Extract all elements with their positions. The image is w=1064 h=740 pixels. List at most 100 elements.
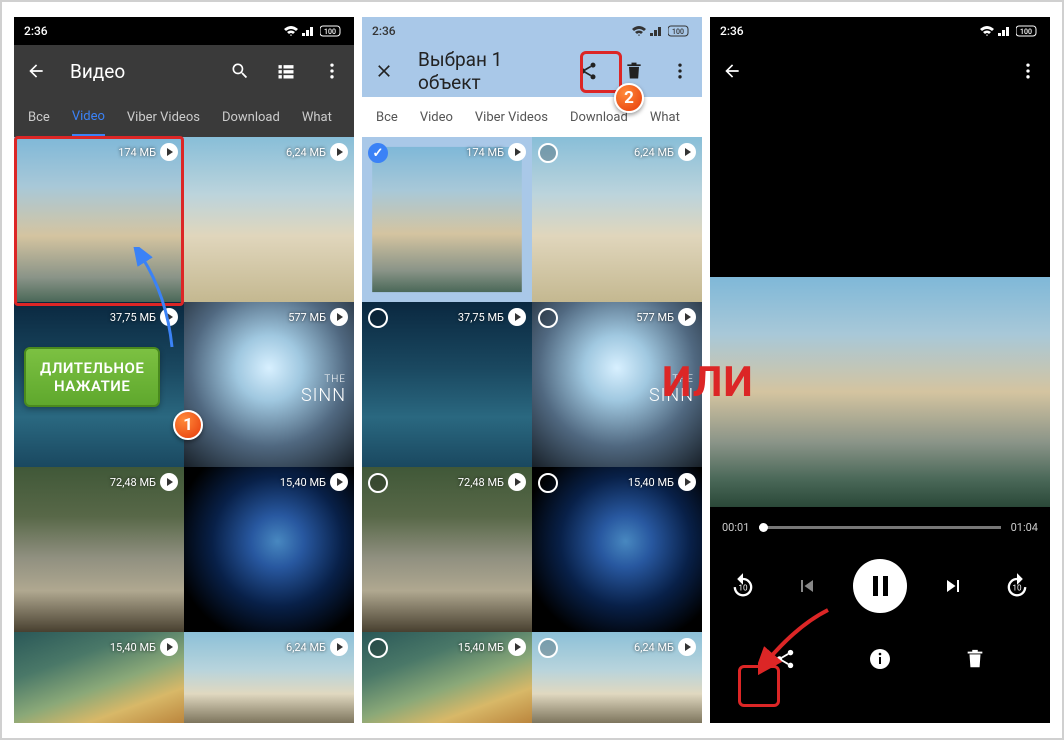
play-icon xyxy=(160,638,178,656)
share-button[interactable] xyxy=(574,57,602,85)
check-icon xyxy=(538,308,558,328)
tab-all[interactable]: Все xyxy=(28,100,50,135)
or-label: ИЛИ xyxy=(662,358,754,407)
video-grid: 174 МБ 6,24 МБ 37,75 МБ THESINN577 МБ 72… xyxy=(362,137,702,723)
play-icon xyxy=(508,143,526,161)
play-icon xyxy=(678,143,696,161)
video-tile[interactable]: 174 МБ xyxy=(362,137,532,302)
player-controls: 10 10 xyxy=(710,547,1050,625)
check-icon xyxy=(368,638,388,658)
close-icon xyxy=(374,61,394,81)
video-tile[interactable]: 72,48 МБ xyxy=(362,467,532,632)
pause-bar xyxy=(883,576,888,596)
screen-1-gallery: 2:36 100 Видео Все Video Viber Videos Do… xyxy=(14,17,354,723)
tab-viber[interactable]: Viber Videos xyxy=(127,100,200,135)
rewind-10-button[interactable]: 10 xyxy=(725,568,761,604)
forward-10-icon: 10 xyxy=(1003,572,1031,600)
file-size: 6,24 МБ xyxy=(286,641,326,654)
tabs: Все Video Viber Videos Download What xyxy=(362,97,702,137)
screen-2-selection: 2:36 100 Выбран 1 объект Все Video Viber… xyxy=(362,17,702,723)
video-tile[interactable]: 6,24 МБ xyxy=(184,632,354,723)
check-icon xyxy=(368,308,388,328)
play-icon xyxy=(330,143,348,161)
more-button[interactable] xyxy=(1014,57,1042,85)
delete-button[interactable] xyxy=(957,641,993,677)
video-tile[interactable]: 15,40 МБ xyxy=(184,467,354,632)
tab-download[interactable]: Download xyxy=(222,100,280,135)
tab-whatsapp[interactable]: What xyxy=(650,100,680,135)
battery-icon: 100 xyxy=(1016,25,1040,37)
replay-10-icon: 10 xyxy=(729,572,757,600)
signal-icon xyxy=(998,26,1012,36)
progress-bar[interactable]: 00:01 01:04 xyxy=(710,507,1050,547)
info-button[interactable] xyxy=(862,641,898,677)
file-size: 72,48 МБ xyxy=(458,476,504,489)
play-icon xyxy=(508,638,526,656)
video-tile[interactable]: 15,40 МБ xyxy=(532,467,702,632)
play-icon xyxy=(678,638,696,656)
prev-button[interactable] xyxy=(789,568,825,604)
file-size: 6,24 МБ xyxy=(634,641,674,654)
search-button[interactable] xyxy=(226,57,254,85)
svg-text:100: 100 xyxy=(324,28,336,36)
svg-text:100: 100 xyxy=(1020,28,1032,36)
pause-button[interactable] xyxy=(853,559,907,613)
play-icon xyxy=(678,308,696,326)
more-button[interactable] xyxy=(318,57,346,85)
check-icon xyxy=(368,143,388,163)
delete-button[interactable] xyxy=(620,57,648,85)
seek-track[interactable] xyxy=(759,526,1000,529)
arrow-back-icon xyxy=(722,61,742,81)
play-icon xyxy=(160,473,178,491)
tab-viber[interactable]: Viber Videos xyxy=(475,100,548,135)
play-icon xyxy=(678,473,696,491)
play-icon xyxy=(160,143,178,161)
skip-prev-icon xyxy=(795,574,819,598)
tab-whatsapp[interactable]: What xyxy=(302,100,332,135)
video-tile[interactable]: THESINN577 МБ xyxy=(184,302,354,467)
file-size: 15,40 МБ xyxy=(458,641,504,654)
info-icon xyxy=(868,647,892,671)
file-size: 174 МБ xyxy=(118,146,156,159)
status-time: 2:36 xyxy=(720,24,744,38)
video-tile[interactable]: 6,24 МБ xyxy=(532,137,702,302)
file-size: 577 МБ xyxy=(288,311,326,324)
arrow-back-icon xyxy=(26,61,46,81)
forward-10-button[interactable]: 10 xyxy=(999,568,1035,604)
play-icon xyxy=(160,308,178,326)
skip-next-icon xyxy=(941,574,965,598)
tab-all[interactable]: Все xyxy=(376,100,398,135)
view-button[interactable] xyxy=(272,57,300,85)
wifi-icon xyxy=(284,26,298,36)
video-tile[interactable]: 6,24 МБ xyxy=(532,632,702,723)
tab-video[interactable]: Video xyxy=(420,100,453,135)
video-tile[interactable]: 174 МБ xyxy=(14,137,184,302)
video-tile[interactable]: 15,40 МБ xyxy=(14,632,184,723)
bottom-actions xyxy=(710,625,1050,699)
close-selection-button[interactable] xyxy=(370,57,398,85)
svg-text:10: 10 xyxy=(1012,583,1022,593)
next-button[interactable] xyxy=(935,568,971,604)
time-total: 01:04 xyxy=(1011,521,1038,534)
signal-icon xyxy=(650,26,664,36)
more-vert-icon xyxy=(322,61,342,81)
file-size: 577 МБ xyxy=(636,311,674,324)
tab-video[interactable]: Video xyxy=(72,99,105,136)
share-icon xyxy=(578,61,598,81)
back-button[interactable] xyxy=(22,57,50,85)
file-size: 37,75 МБ xyxy=(110,311,156,324)
share-button[interactable] xyxy=(767,641,803,677)
wifi-icon xyxy=(632,26,646,36)
back-button[interactable] xyxy=(718,57,746,85)
file-size: 37,75 МБ xyxy=(458,311,504,324)
file-size: 72,48 МБ xyxy=(110,476,156,489)
video-frame[interactable] xyxy=(710,277,1050,507)
video-tile[interactable]: 72,48 МБ xyxy=(14,467,184,632)
status-bar: 2:36 100 xyxy=(362,17,702,45)
video-tile[interactable]: 6,24 МБ xyxy=(184,137,354,302)
video-tile[interactable]: 15,40 МБ xyxy=(362,632,532,723)
play-icon xyxy=(508,308,526,326)
video-tile[interactable]: 37,75 МБ xyxy=(362,302,532,467)
more-button[interactable] xyxy=(666,57,694,85)
tabs: Все Video Viber Videos Download What xyxy=(14,97,354,137)
